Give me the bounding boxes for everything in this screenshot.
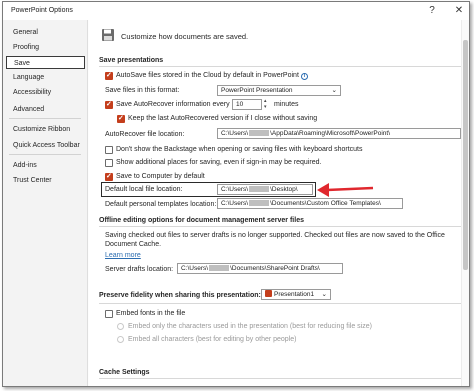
section-divider [99, 66, 461, 67]
autorecover-minutes-input[interactable]: 10 [232, 99, 262, 110]
close-button[interactable]: ✕ [452, 4, 466, 18]
default-local-input[interactable]: C:\Users\ \Desktop\ [217, 184, 313, 195]
sidebar: General Proofing Save Language Accessibi… [3, 20, 88, 386]
save-to-computer-label: Save to Computer by default [116, 173, 205, 180]
save-icon [101, 28, 115, 44]
save-to-computer-checkbox[interactable] [105, 172, 113, 181]
section-offline-editing: Offline editing options for document man… [99, 217, 304, 224]
autorecover-location-label: AutoRecover file location: [105, 131, 185, 138]
additional-places-label: Show additional places for saving, even … [116, 159, 322, 166]
sidebar-item-save[interactable]: Save [6, 56, 85, 69]
autorecover-location-input[interactable]: C:\Users\ \AppData\Roaming\Microsoft\Powe… [217, 128, 461, 139]
sidebar-item-customize-ribbon[interactable]: Customize Ribbon [6, 123, 85, 136]
redacted-username [249, 200, 270, 206]
redacted-username [209, 265, 230, 271]
minutes-label: minutes [274, 101, 299, 108]
sidebar-item-general[interactable]: General [6, 26, 85, 39]
window-title: PowerPoint Options [11, 7, 73, 14]
embed-all-radio[interactable] [117, 336, 124, 343]
sidebar-item-accessibility[interactable]: Accessibility [6, 86, 85, 99]
sidebar-item-language[interactable]: Language [6, 71, 85, 84]
section-save-presentations: Save presentations [99, 57, 164, 64]
options-dialog: PowerPoint Options ? ✕ General Proofing … [2, 1, 470, 387]
page-header-text: Customize how documents are saved. [121, 32, 249, 41]
offline-description: Saving checked out files to server draft… [105, 232, 445, 239]
sidebar-item-advanced[interactable]: Advanced [6, 103, 85, 116]
sidebar-item-add-ins[interactable]: Add-ins [6, 159, 85, 172]
embed-all-label: Embed all characters (best for editing b… [128, 336, 297, 343]
presentation-dropdown[interactable]: Presentation1 ⌄ [261, 289, 331, 300]
title-bar: PowerPoint Options ? ✕ [3, 2, 469, 20]
sidebar-divider [9, 154, 81, 155]
format-dropdown[interactable]: PowerPoint Presentation ⌄ [217, 85, 341, 96]
scrollbar[interactable] [461, 20, 469, 386]
powerpoint-file-icon [265, 290, 272, 297]
section-cache-settings: Cache Settings [99, 369, 150, 376]
section-divider [99, 303, 461, 304]
default-local-label: Default local file location: [105, 186, 183, 193]
additional-places-checkbox[interactable] [105, 159, 113, 167]
server-drafts-label: Server drafts location: [105, 266, 174, 273]
sidebar-item-trust-center[interactable]: Trust Center [6, 174, 85, 187]
server-drafts-input[interactable]: C:\Users\ \Documents\SharePoint Drafts\ [177, 263, 343, 274]
embed-only-radio[interactable] [117, 323, 124, 330]
sidebar-item-proofing[interactable]: Proofing [6, 41, 85, 54]
embed-only-label: Embed only the characters used in the pr… [128, 323, 372, 330]
chevron-down-icon: ⌄ [331, 87, 337, 94]
minutes-spinner[interactable]: ▴ ▾ [264, 98, 267, 110]
sidebar-divider [9, 118, 81, 119]
redacted-username [249, 186, 270, 192]
autorecover-checkbox[interactable] [105, 100, 113, 109]
keep-last-label: Keep the last AutoRecovered version if I… [128, 115, 318, 122]
autosave-label: AutoSave files stored in the Cloud by de… [116, 72, 308, 80]
format-label: Save files in this format: [105, 87, 180, 94]
backstage-label: Don't show the Backstage when opening or… [116, 146, 363, 153]
help-button[interactable]: ? [425, 4, 439, 18]
embed-fonts-checkbox[interactable] [105, 310, 113, 318]
autosave-checkbox[interactable] [105, 71, 113, 80]
section-divider [99, 226, 461, 227]
embed-fonts-label: Embed fonts in the file [116, 310, 186, 317]
redacted-username [249, 130, 270, 136]
default-templates-label: Default personal templates location: [105, 201, 217, 208]
backstage-checkbox[interactable] [105, 146, 113, 154]
info-icon[interactable]: i [300, 73, 308, 80]
chevron-down-icon: ⌄ [321, 291, 327, 298]
default-templates-input[interactable]: C:\Users\ \Documents\Custom Office Templa… [217, 198, 403, 209]
section-divider [99, 378, 461, 379]
scrollbar-thumb[interactable] [463, 40, 468, 270]
section-preserve-fidelity: Preserve fidelity when sharing this pres… [99, 292, 261, 299]
sidebar-item-quick-access-toolbar[interactable]: Quick Access Toolbar [6, 139, 85, 152]
save-options-panel: Customize how documents are saved. Save … [89, 20, 469, 386]
keep-last-checkbox[interactable] [117, 114, 125, 123]
autorecover-label: Save AutoRecover information every [116, 101, 230, 108]
offline-description-2: Document Cache. [105, 241, 162, 248]
learn-more-link[interactable]: Learn more [105, 252, 141, 259]
